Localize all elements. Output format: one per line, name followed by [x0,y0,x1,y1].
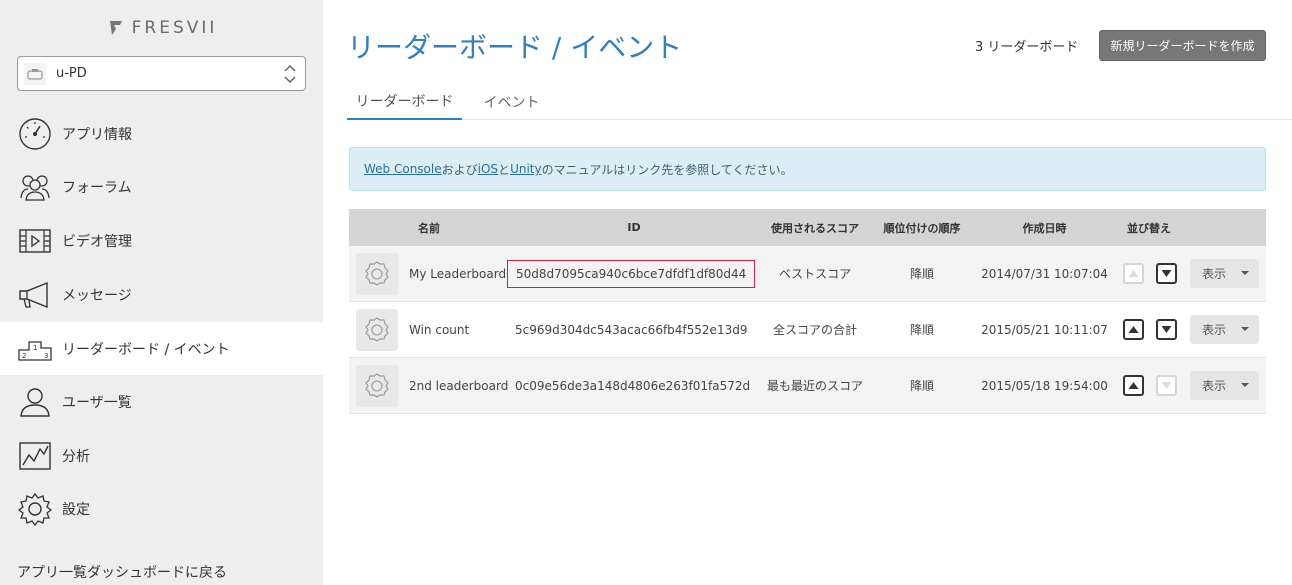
sidebar-item-users[interactable]: ユーザ一覧 [0,375,323,428]
sidebar-item-label: アプリ情報 [62,126,132,143]
analytics-chart-icon [17,438,53,474]
page-title: リーダーボード / イベント [347,31,683,64]
users-group-icon [17,169,53,205]
web-console-link[interactable]: Web Console [364,162,442,176]
column-header-created: 作成日時 [1022,221,1067,235]
leaderboard-table: 名前 ID 使用されるスコア 順位付けの順序 作成日時 並び替え My Lead… [349,209,1266,414]
arrow-up-icon [1128,270,1139,277]
table-row: Win count 5c969d304dc543acac66fb4f552e13… [349,302,1266,358]
move-down-button[interactable] [1156,263,1177,284]
sidebar-item-label: メッセージ [62,287,132,304]
user-icon [17,384,53,420]
tab-bar: リーダーボード イベント [347,84,1292,120]
move-up-button[interactable] [1123,319,1144,340]
column-header-order: 順位付けの順序 [883,221,961,235]
caret-down-icon[interactable] [1241,327,1249,331]
leaderboard-name: My Leaderboard [409,266,507,281]
leaderboard-id: 0c09e56de3a148d4806e263f01fa572d [515,378,751,393]
app-selector[interactable]: u-PD [17,56,306,91]
move-down-button[interactable] [1156,319,1177,340]
video-film-icon [17,223,53,259]
podium-icon: 12 3 [17,331,53,367]
move-down-button [1156,375,1177,396]
svg-text:1: 1 [33,344,37,352]
table-row: 2nd leaderboard 0c09e56de3a148d4806e263f… [349,358,1266,414]
view-button-label: 表示 [1202,267,1227,281]
move-up-button [1123,263,1144,284]
unity-link[interactable]: Unity [510,162,542,176]
score-type: 全スコアの合計 [772,323,857,337]
leaderboard-id: 50d8d7095ca940c6bce7dfdf1df80d44 [507,259,756,288]
view-button[interactable]: 表示 [1190,259,1259,288]
sidebar: FRESVII u-PD アプリ情報 フォーラム ビデオ管理 メッセージ 1 2… [0,0,323,585]
created-at: 2015/05/21 10:11:07 [981,322,1108,337]
info-text: のマニュアルはリンク先を参照してください。 [541,162,793,177]
info-text: と [498,162,511,177]
table-row: My Leaderboard 50d8d7095ca940c6bce7dfdf1… [349,246,1266,302]
view-button-label: 表示 [1202,323,1227,337]
manual-info-box: Web Console および iOS と Unity のマニュアルはリンク先を… [349,147,1266,191]
sidebar-item-label: 分析 [62,448,90,465]
rank-order: 降順 [909,379,934,393]
rank-order: 降順 [909,323,934,337]
sidebar-item-label: ユーザ一覧 [62,394,132,411]
view-button[interactable]: 表示 [1190,371,1259,400]
view-button[interactable]: 表示 [1190,315,1259,344]
arrow-down-icon [1161,382,1172,389]
gear-icon [17,491,53,527]
brand-name: FRESVII [131,18,218,38]
sidebar-item-leaderboard[interactable]: 12 3 リーダーボード / イベント [0,322,323,375]
created-at: 2015/05/18 19:54:00 [981,378,1108,393]
column-header-name: 名前 [418,221,440,235]
svg-text:2: 2 [22,352,26,360]
caret-down-icon[interactable] [1241,383,1249,387]
sidebar-item-label: ビデオ管理 [62,233,132,250]
created-at: 2014/07/31 10:07:04 [981,266,1108,281]
move-up-button[interactable] [1123,375,1144,396]
sidebar-item-label: リーダーボード / イベント [62,341,230,358]
leaderboard-id: 5c969d304dc543acac66fb4f552e13d9 [515,322,748,337]
sidebar-item-messages[interactable]: メッセージ [0,268,323,321]
info-text: および [441,162,478,177]
tab-events[interactable]: イベント [469,84,554,120]
leaderboard-name: Win count [409,322,470,337]
view-button-label: 表示 [1202,379,1227,393]
fresvii-logo-icon [109,21,122,35]
megaphone-icon [17,277,53,313]
leaderboard-badge-icon [356,365,398,407]
sidebar-item-app-info[interactable]: アプリ情報 [0,107,323,160]
app-thumbnail-icon [24,62,46,85]
sidebar-item-settings[interactable]: 設定 [0,482,323,535]
dashboard-gauge-icon [17,116,53,152]
sidebar-item-video[interactable]: ビデオ管理 [0,214,323,267]
brand-logo[interactable]: FRESVII [0,14,323,42]
column-header-id: ID [627,221,641,234]
chevron-updown-icon [284,64,296,84]
back-to-app-list-link[interactable]: アプリ一覧ダッシュボードに戻る [17,562,227,582]
score-type: ベストスコア [778,267,852,281]
leaderboard-name: 2nd leaderboard [409,378,509,393]
ios-link[interactable]: iOS [478,162,498,176]
sidebar-item-label: 設定 [62,501,90,518]
caret-down-icon[interactable] [1241,271,1249,275]
sidebar-item-forum[interactable]: フォーラム [0,160,323,213]
arrow-up-icon [1128,382,1139,389]
arrow-down-icon [1161,270,1172,277]
tab-leaderboard[interactable]: リーダーボード [347,84,462,120]
sidebar-item-analytics[interactable]: 分析 [0,429,323,482]
sidebar-item-label: フォーラム [62,179,132,196]
score-type: 最も最近のスコア [766,379,863,393]
rank-order: 降順 [909,267,934,281]
leaderboard-count: 3 リーダーボード [975,40,1079,55]
arrow-down-icon [1161,326,1172,333]
app-selector-value: u-PD [56,66,87,81]
svg-text:3: 3 [44,352,48,360]
table-header: 名前 ID 使用されるスコア 順位付けの順序 作成日時 並び替え [349,209,1266,246]
column-header-sort: 並び替え [1127,221,1171,235]
leaderboard-badge-icon [356,253,398,295]
column-header-score: 使用されるスコア [771,221,859,235]
create-leaderboard-button[interactable]: 新規リーダーボードを作成 [1099,30,1266,61]
leaderboard-badge-icon [356,309,398,351]
arrow-up-icon [1128,326,1139,333]
